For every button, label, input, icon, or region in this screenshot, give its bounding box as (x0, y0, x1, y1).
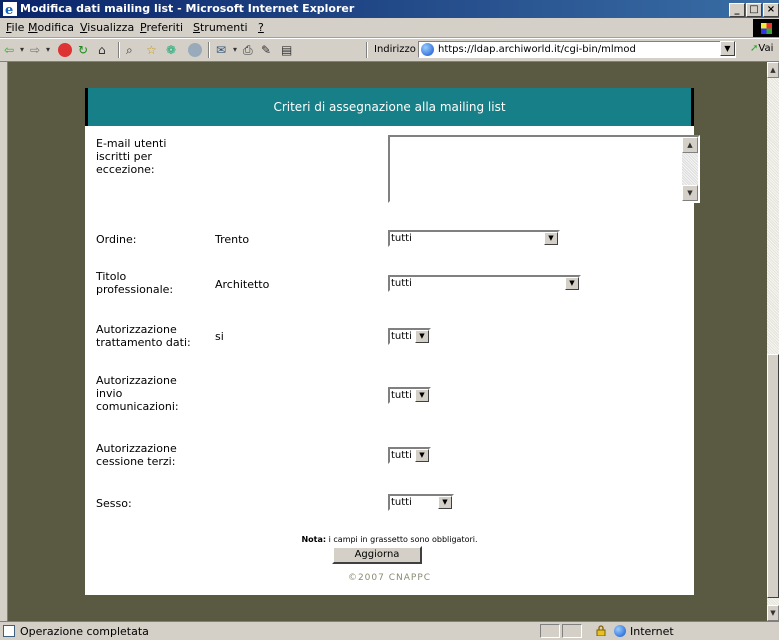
mail-dropdown-icon[interactable]: ▾ (233, 42, 237, 58)
chevron-down-icon[interactable]: ▼ (415, 330, 429, 343)
status-bar: Operazione completata Internet (0, 621, 779, 640)
chevron-down-icon[interactable]: ▼ (415, 449, 429, 462)
page-done-icon (3, 625, 15, 637)
email-label: E-mail utenti iscritti per eccezione: (96, 137, 167, 176)
sesso-select-value: tutti (391, 497, 412, 508)
titolo-select-value: tutti (391, 278, 412, 289)
chevron-down-icon[interactable]: ▼ (415, 389, 429, 402)
auth-cessione-label: Autorizzazione cessione terzi: (96, 442, 177, 468)
ordine-label: Ordine: (96, 233, 137, 246)
toolbar-separator (208, 42, 210, 58)
forward-dropdown-icon[interactable]: ▾ (46, 42, 50, 58)
note-text: i campi in grassetto sono obbligatori. (326, 535, 478, 544)
sesso-label: Sesso: (96, 497, 132, 510)
scrollbar-thumb[interactable] (767, 354, 779, 598)
home-icon[interactable]: ⌂ (98, 42, 106, 58)
auth-trattamento-select-value: tutti (391, 331, 412, 342)
refresh-icon[interactable]: ↻ (78, 42, 88, 58)
maximize-button[interactable]: □ (746, 3, 762, 17)
history-icon[interactable] (188, 43, 202, 57)
zone-text: Internet (630, 625, 674, 638)
copyright: ©2007 CNAPPC (347, 573, 432, 583)
auth-invio-select-value: tutti (391, 390, 412, 401)
print-icon[interactable]: ⎙ (243, 42, 253, 58)
status-panel (540, 624, 560, 638)
aggiorna-button[interactable]: Aggiorna (332, 546, 422, 564)
scroll-down-icon[interactable]: ▼ (767, 605, 779, 621)
auth-trattamento-value: si (215, 330, 224, 343)
email-textarea[interactable]: ▲ ▼ (388, 135, 700, 203)
discuss-icon[interactable]: ▤ (281, 42, 292, 58)
title-bar: e Modifica dati mailing list - Microsoft… (0, 0, 779, 18)
menu-modifica[interactable]: Modifica (28, 21, 74, 34)
svg-text:e: e (5, 3, 13, 16)
search-icon[interactable]: ⌕ (126, 42, 133, 58)
address-bar[interactable]: https://ldap.archiworld.it/cgi-bin/mlmod (418, 41, 736, 58)
menu-bar: File Modifica Visualizza Preferiti Strum… (0, 18, 779, 38)
toolbar-separator (366, 42, 368, 58)
windows-flag-icon (761, 23, 772, 34)
menu-strumenti[interactable]: Strumenti (193, 21, 248, 34)
address-label: Indirizzo (374, 44, 416, 55)
status-text: Operazione completata (20, 625, 149, 638)
window-frame-left (0, 62, 8, 621)
scroll-down-icon[interactable]: ▼ (682, 185, 698, 201)
back-icon[interactable]: ⇦ (4, 42, 14, 58)
scroll-up-icon[interactable]: ▲ (682, 137, 698, 153)
address-dropdown-icon[interactable]: ▼ (720, 41, 735, 56)
auth-cessione-select-value: tutti (391, 450, 412, 461)
back-dropdown-icon[interactable]: ▾ (20, 42, 24, 58)
menu-help[interactable]: ? (258, 21, 264, 34)
ie-icon: e (3, 2, 17, 16)
auth-invio-label: Autorizzazione invio comunicazioni: (96, 374, 179, 413)
go-label: Vai (758, 43, 774, 54)
note-bold: Nota: (301, 535, 327, 544)
windows-logo (753, 19, 779, 37)
internet-zone-icon (614, 625, 626, 637)
stop-icon[interactable] (58, 43, 72, 57)
toolbar-separator (118, 42, 120, 58)
scroll-up-icon[interactable]: ▲ (767, 62, 779, 78)
ordine-value: Trento (215, 233, 250, 246)
ordine-select-value: tutti (391, 233, 412, 244)
favorites-icon[interactable]: ☆ (146, 42, 157, 58)
titolo-label: Titolo professionale: (96, 270, 174, 296)
media-icon[interactable]: ❁ (166, 42, 176, 58)
page-heading: Criteri di assegnazione alla mailing lis… (85, 88, 694, 126)
ordine-select[interactable]: tutti ▼ (388, 230, 560, 247)
sesso-select[interactable]: tutti ▼ (388, 494, 454, 511)
menu-file[interactable]: File (6, 21, 24, 34)
required-note: Nota: i campi in grassetto sono obbligat… (85, 535, 694, 544)
menu-visualizza[interactable]: Visualizza (80, 21, 134, 34)
titolo-select[interactable]: tutti ▼ (388, 275, 581, 292)
lock-icon[interactable] (596, 625, 606, 636)
auth-invio-select[interactable]: tutti ▼ (388, 387, 431, 404)
close-button[interactable]: × (763, 3, 779, 17)
page-viewport: Criteri di assegnazione alla mailing lis… (8, 62, 767, 621)
status-panel (562, 624, 582, 638)
toolbar: ⇦ ▾ ⇨ ▾ ↻ ⌂ ⌕ ☆ ❁ ✉ ▾ ⎙ ✎ ▤ Indirizzo ht… (0, 38, 779, 62)
auth-trattamento-label: Autorizzazione trattamento dati: (96, 323, 191, 349)
chevron-down-icon[interactable]: ▼ (565, 277, 579, 290)
address-url[interactable]: https://ldap.archiworld.it/cgi-bin/mlmod (438, 44, 636, 55)
chevron-down-icon[interactable]: ▼ (544, 232, 558, 245)
page-icon (421, 43, 434, 56)
menu-preferiti[interactable]: Preferiti (140, 21, 183, 34)
auth-trattamento-select[interactable]: tutti ▼ (388, 328, 431, 345)
mail-icon[interactable]: ✉ (216, 42, 226, 58)
auth-cessione-select[interactable]: tutti ▼ (388, 447, 431, 464)
edit-icon[interactable]: ✎ (261, 42, 271, 58)
minimize-button[interactable]: _ (729, 3, 745, 17)
forward-icon[interactable]: ⇨ (30, 42, 40, 58)
go-button[interactable]: ➚Vai (750, 43, 773, 54)
window-controls: _ □ × (728, 2, 779, 17)
window-title: Modifica dati mailing list - Microsoft I… (20, 2, 355, 15)
page-scrollbar[interactable]: ▲ ▼ (767, 62, 779, 621)
titolo-value: Architetto (215, 278, 270, 291)
chevron-down-icon[interactable]: ▼ (438, 496, 452, 509)
textarea-scrollbar[interactable]: ▲ ▼ (682, 137, 698, 201)
